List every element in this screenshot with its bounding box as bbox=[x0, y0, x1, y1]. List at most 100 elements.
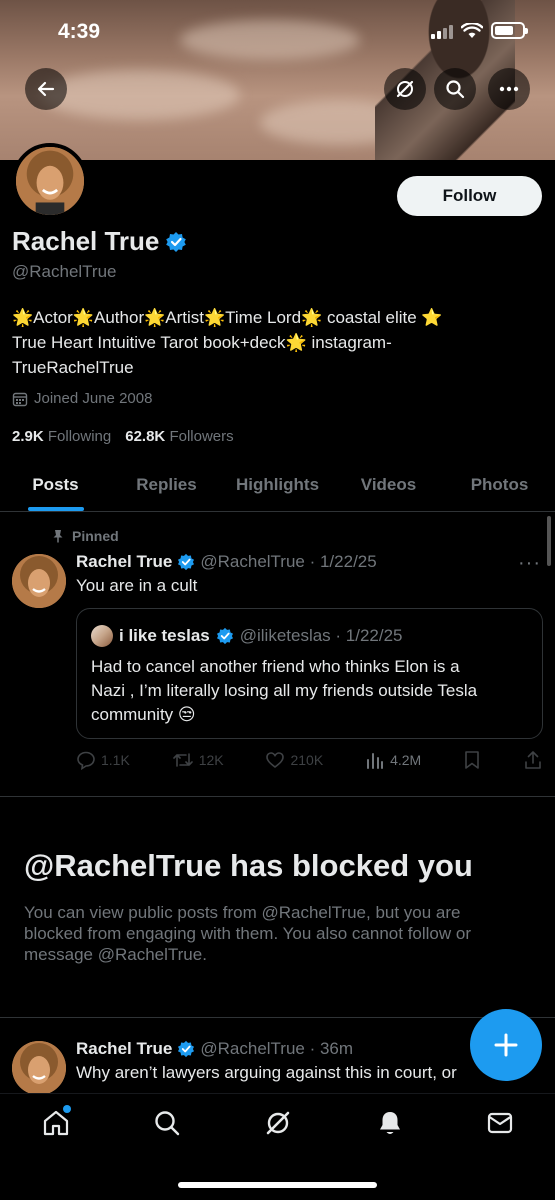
post-more-icon[interactable]: ··· bbox=[518, 552, 541, 575]
grok-button[interactable] bbox=[384, 68, 426, 110]
verified-badge-icon[interactable] bbox=[165, 231, 187, 253]
tab-highlights[interactable]: Highlights bbox=[222, 458, 333, 511]
nav-home[interactable] bbox=[41, 1105, 71, 1138]
grok-icon bbox=[396, 80, 414, 98]
like-count: 210K bbox=[290, 752, 324, 768]
scrollbar[interactable] bbox=[547, 516, 551, 566]
followers-label: Followers bbox=[169, 428, 234, 445]
post-actions: 1.1K 12K 210K 4.2M bbox=[76, 748, 543, 772]
following-link[interactable]: 2.9K Following bbox=[12, 428, 111, 445]
repost-button[interactable]: 12K bbox=[172, 750, 224, 770]
followers-count: 62.8K bbox=[125, 428, 166, 445]
nav-search[interactable] bbox=[152, 1108, 182, 1138]
post-author-name[interactable]: Rachel True bbox=[76, 1039, 172, 1059]
divider bbox=[0, 1017, 555, 1018]
repost-icon bbox=[172, 753, 193, 767]
post-text: Why aren’t lawyers arguing against this … bbox=[76, 1063, 457, 1082]
blocked-description: You can view public posts from @RachelTr… bbox=[24, 902, 534, 965]
avatar-image bbox=[12, 554, 66, 608]
profile-tabs: Posts Replies Highlights Videos Photos bbox=[0, 458, 555, 512]
blocked-desc-line: message @RachelTrue. bbox=[24, 945, 207, 964]
followers-link[interactable]: 62.8K Followers bbox=[125, 428, 233, 445]
search-button[interactable] bbox=[434, 68, 476, 110]
post-header: Rachel True @RachelTrue · 1/22/25 bbox=[76, 552, 377, 572]
following-count: 2.9K bbox=[12, 428, 44, 445]
profile-avatar[interactable] bbox=[12, 143, 88, 219]
like-button[interactable]: 210K bbox=[265, 750, 323, 770]
home-indicator[interactable] bbox=[178, 1182, 377, 1188]
joined-text: Joined June 2008 bbox=[34, 390, 153, 407]
following-label: Following bbox=[47, 428, 112, 445]
profile-bio: 🌟Actor🌟Author🌟Artist🌟Time Lord🌟 coastal … bbox=[12, 305, 542, 380]
quoted-post[interactable]: i like teslas @iliketeslas · 1/22/25 Had… bbox=[76, 608, 543, 739]
bookmark-button[interactable] bbox=[463, 750, 481, 770]
tab-posts[interactable]: Posts bbox=[0, 458, 111, 511]
quoted-author-name: i like teslas bbox=[119, 626, 210, 645]
bookmark-icon bbox=[465, 751, 479, 769]
status-bar: 4:39 bbox=[0, 0, 555, 60]
verified-badge-icon bbox=[178, 1040, 195, 1058]
blocked-desc-line: blocked from engaging with them. You als… bbox=[24, 924, 471, 943]
quoted-author-avatar bbox=[91, 625, 113, 647]
calendar-icon bbox=[12, 392, 28, 406]
profile-name-text: Rachel True bbox=[12, 226, 160, 256]
quoted-text-line: Nazi , I’m literally losing all my frien… bbox=[91, 681, 478, 700]
profile-handle: @RachelTrue bbox=[12, 262, 117, 281]
views-icon bbox=[367, 753, 384, 769]
blocked-title: @RachelTrue has blocked you bbox=[24, 848, 473, 883]
post-header: Rachel True @RachelTrue · 36m bbox=[76, 1039, 353, 1059]
views-count: 4.2M bbox=[390, 752, 422, 768]
nav-notifications[interactable] bbox=[375, 1108, 405, 1138]
joined-date: Joined June 2008 bbox=[12, 390, 152, 407]
repost-count: 12K bbox=[198, 752, 224, 768]
verified-badge-icon bbox=[216, 627, 233, 645]
pinned-label: Pinned bbox=[72, 528, 119, 544]
search-icon bbox=[446, 80, 465, 99]
quoted-text-line: Had to cancel another friend who thinks … bbox=[91, 657, 460, 676]
post-author-name[interactable]: Rachel True bbox=[76, 552, 172, 572]
plus-icon bbox=[494, 1033, 518, 1057]
tab-videos[interactable]: Videos bbox=[333, 458, 444, 511]
verified-badge-icon bbox=[178, 553, 195, 571]
avatar-image bbox=[16, 147, 84, 215]
back-button[interactable] bbox=[25, 68, 67, 110]
quoted-text-line: community 😒 bbox=[91, 705, 196, 724]
reply-button[interactable]: 1.1K bbox=[76, 750, 130, 770]
post-text: You are in a cult bbox=[76, 576, 198, 595]
notification-dot bbox=[63, 1105, 71, 1113]
banner-cloud bbox=[40, 70, 240, 120]
bio-line: TrueRachelTrue bbox=[12, 358, 134, 377]
follow-stats: 2.9K Following 62.8K Followers bbox=[12, 428, 234, 445]
bio-line: 🌟Actor🌟Author🌟Artist🌟Time Lord🌟 coastal … bbox=[12, 308, 443, 327]
notifications-icon bbox=[380, 1112, 400, 1134]
home-icon bbox=[43, 1110, 69, 1136]
tab-photos[interactable]: Photos bbox=[444, 458, 555, 511]
compose-button[interactable] bbox=[470, 1009, 542, 1081]
reply-icon bbox=[77, 751, 95, 770]
tab-replies[interactable]: Replies bbox=[111, 458, 222, 511]
reply-count: 1.1K bbox=[101, 752, 130, 768]
pin-icon bbox=[53, 530, 63, 543]
search-icon bbox=[155, 1111, 180, 1136]
nav-grok[interactable] bbox=[263, 1108, 293, 1138]
grok-icon bbox=[266, 1111, 290, 1135]
back-arrow-icon bbox=[37, 81, 55, 97]
quoted-post-header: i like teslas @iliketeslas · 1/22/25 bbox=[91, 625, 403, 647]
share-icon bbox=[525, 751, 541, 769]
cellular-signal-icon bbox=[431, 23, 453, 39]
quoted-post-meta: @iliketeslas · 1/22/25 bbox=[239, 626, 403, 645]
share-button[interactable] bbox=[523, 750, 543, 770]
post-author-avatar[interactable] bbox=[12, 1041, 66, 1095]
post-meta: @RachelTrue · 1/22/25 bbox=[200, 552, 377, 571]
blocked-desc-line: You can view public posts from @RachelTr… bbox=[24, 903, 461, 922]
more-options-button[interactable] bbox=[488, 68, 530, 110]
more-icon bbox=[499, 86, 519, 92]
divider bbox=[0, 796, 555, 797]
views-button[interactable]: 4.2M bbox=[365, 750, 421, 770]
follow-button[interactable]: Follow bbox=[397, 176, 542, 216]
pinned-indicator: Pinned bbox=[52, 528, 119, 544]
post-author-avatar[interactable] bbox=[12, 554, 66, 608]
nav-messages[interactable] bbox=[485, 1108, 515, 1138]
avatar-image bbox=[12, 1041, 66, 1095]
status-icons bbox=[431, 22, 528, 39]
